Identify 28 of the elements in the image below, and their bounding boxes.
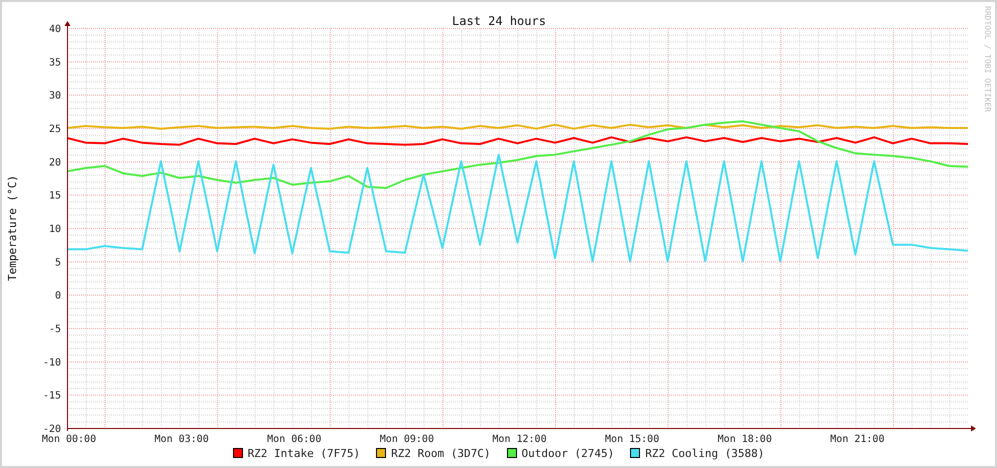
chart-title: Last 24 hours <box>452 14 546 28</box>
x-tick-label: Mon 00:00 <box>42 434 96 445</box>
y-tick-label: 40 <box>48 24 61 35</box>
y-tick-label: -20 <box>42 424 61 435</box>
y-tick-label: -5 <box>48 324 61 335</box>
y-axis-label: Temperature (°C) <box>6 175 19 281</box>
x-tick-label: Mon 03:00 <box>154 434 209 445</box>
x-tick-label: Mon 06:00 <box>267 434 322 445</box>
credit-text: RRDTOOL / TOBI OETIKER <box>983 6 992 112</box>
y-tick-label: 5 <box>54 257 61 268</box>
legend-label: RZ2 Intake (7F75) <box>248 446 360 462</box>
x-tick-label: Mon 12:00 <box>492 434 547 445</box>
x-tick-label: Mon 18:00 <box>718 434 772 445</box>
y-tick-label: 35 <box>48 57 61 68</box>
legend-label: RZ2 Cooling (3588) <box>645 446 764 462</box>
legend-label: RZ2 Room (3D7C) <box>391 446 490 462</box>
y-tick-label: 0 <box>54 290 61 302</box>
x-tick-label: Mon 15:00 <box>605 434 660 445</box>
y-tick-label: 25 <box>48 124 61 135</box>
y-tick-label: 30 <box>48 90 61 102</box>
legend-label: Outdoor (2745) <box>522 446 614 462</box>
y-tick-label: -15 <box>42 390 61 402</box>
x-tick-label: Mon 21:00 <box>830 434 884 445</box>
y-tick-label: -10 <box>42 357 61 368</box>
y-tick-label: 10 <box>48 224 61 235</box>
y-tick-label: 15 <box>48 190 61 202</box>
x-tick-label: Mon 09:00 <box>380 434 434 445</box>
y-tick-label: 20 <box>48 157 61 168</box>
